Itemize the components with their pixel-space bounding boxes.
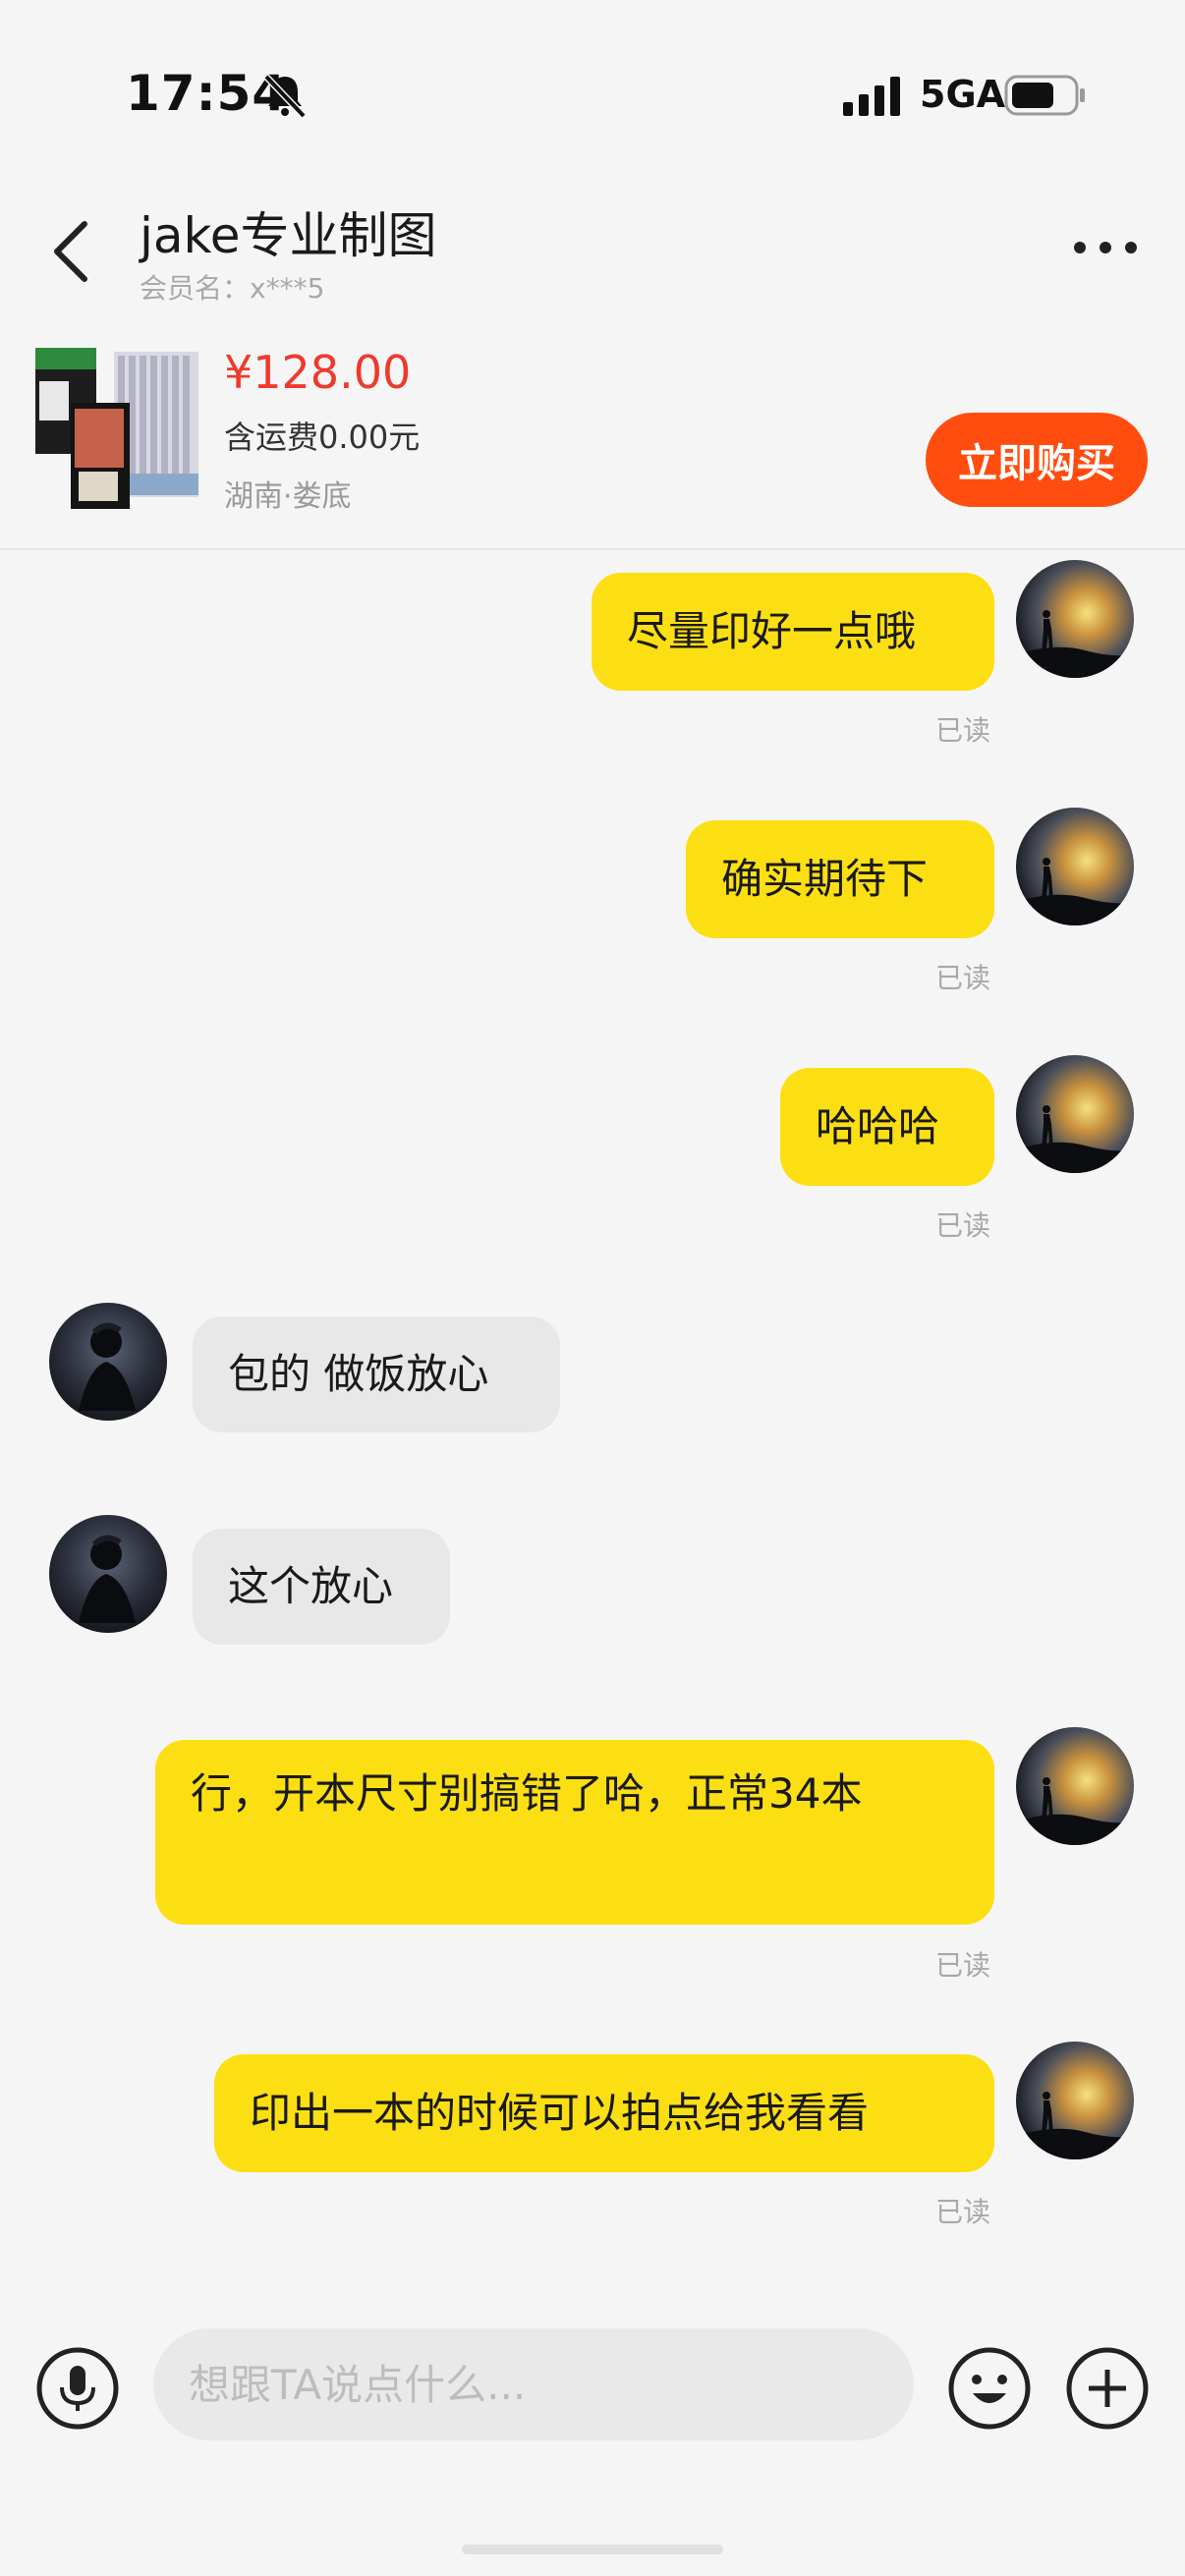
product-location: 湖南·娄底 — [224, 479, 352, 514]
my-avatar[interactable] — [1016, 1055, 1134, 1173]
back-button[interactable] — [45, 216, 96, 287]
home-indicator — [462, 2545, 723, 2554]
message-bubble[interactable]: 哈哈哈 — [780, 1068, 994, 1186]
read-status: 已读 — [935, 1949, 991, 1982]
battery-icon — [1004, 75, 1085, 116]
signal-icon — [843, 77, 900, 116]
network-label: 5GA — [920, 73, 1006, 116]
product-price: ¥128.00 — [224, 346, 412, 399]
read-status: 已读 — [935, 714, 991, 747]
product-image[interactable] — [35, 344, 200, 511]
seller-avatar[interactable] — [49, 1515, 167, 1633]
message-bubble[interactable]: 行，开本尺寸别搞错了哈，正常34本 — [155, 1740, 994, 1925]
bell-slash-icon — [263, 74, 307, 119]
message-bubble[interactable]: 这个放心 — [193, 1529, 450, 1645]
my-avatar[interactable] — [1016, 2042, 1134, 2159]
my-avatar[interactable] — [1016, 1727, 1134, 1845]
my-avatar[interactable] — [1016, 808, 1134, 925]
more-button[interactable] — [1071, 236, 1140, 259]
shop-name: jake专业制图 — [140, 207, 437, 264]
buy-now-button[interactable]: 立即购买 — [926, 413, 1148, 507]
my-avatar[interactable] — [1016, 560, 1134, 678]
product-shipping: 含运费0.00元 — [224, 419, 421, 456]
member-name: 会员名：x***5 — [140, 272, 325, 305]
message-bubble[interactable]: 包的 做饭放心 — [193, 1316, 560, 1432]
read-status: 已读 — [935, 2196, 991, 2228]
plus-icon[interactable] — [1065, 2346, 1150, 2431]
message-input[interactable] — [153, 2328, 914, 2440]
message-bubble[interactable]: 印出一本的时候可以拍点给我看看 — [214, 2054, 994, 2172]
message-bubble[interactable]: 尽量印好一点哦 — [592, 573, 994, 691]
microphone-icon[interactable] — [35, 2346, 120, 2431]
emoji-icon[interactable] — [947, 2346, 1032, 2431]
read-status: 已读 — [935, 962, 991, 994]
seller-avatar[interactable] — [49, 1303, 167, 1421]
message-bubble[interactable]: 确实期待下 — [686, 820, 994, 938]
read-status: 已读 — [935, 1209, 991, 1242]
